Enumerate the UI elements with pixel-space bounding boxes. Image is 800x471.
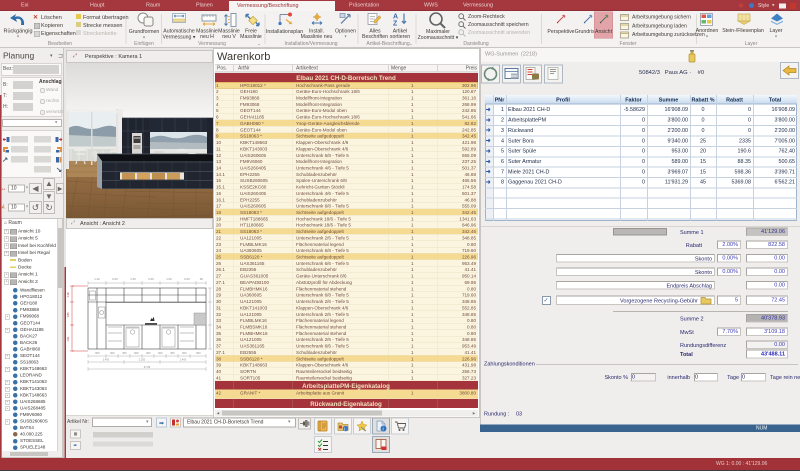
svg-text:6.00: 6.00 xyxy=(148,277,154,281)
svg-text:67.83: 67.83 xyxy=(144,365,151,369)
svg-text:.450: .450 xyxy=(121,351,127,355)
svg-text:1.20: 1.20 xyxy=(94,277,100,281)
svg-text:.600: .600 xyxy=(94,351,100,355)
svg-text:i: i xyxy=(383,427,384,433)
svg-text:1.85: 1.85 xyxy=(66,312,70,318)
svg-text:.600: .600 xyxy=(109,351,115,355)
svg-text:.600: .600 xyxy=(133,351,139,355)
svg-text:2.400: 2.400 xyxy=(180,358,187,362)
svg-text:.600: .600 xyxy=(195,351,201,355)
svg-text:6.00: 6.00 xyxy=(112,277,118,281)
svg-text:Z: Z xyxy=(393,21,398,27)
svg-text:1.00: 1.00 xyxy=(166,277,172,281)
svg-text:6.00: 6.00 xyxy=(184,277,190,281)
svg-text:i: i xyxy=(344,426,345,431)
svg-text:.600: .600 xyxy=(157,351,163,355)
svg-text:.450: .450 xyxy=(169,351,175,355)
svg-text:.60: .60 xyxy=(199,277,203,281)
svg-text:.900: .900 xyxy=(145,351,151,355)
svg-text:2.400: 2.400 xyxy=(103,358,110,362)
svg-text:1.28: 1.28 xyxy=(66,292,70,298)
svg-text:.911: .911 xyxy=(66,336,70,341)
svg-text:1.50: 1.50 xyxy=(130,277,136,281)
svg-text:A: A xyxy=(393,14,398,21)
svg-text:2.250: 2.250 xyxy=(139,358,146,362)
svg-text:.600: .600 xyxy=(181,351,187,355)
